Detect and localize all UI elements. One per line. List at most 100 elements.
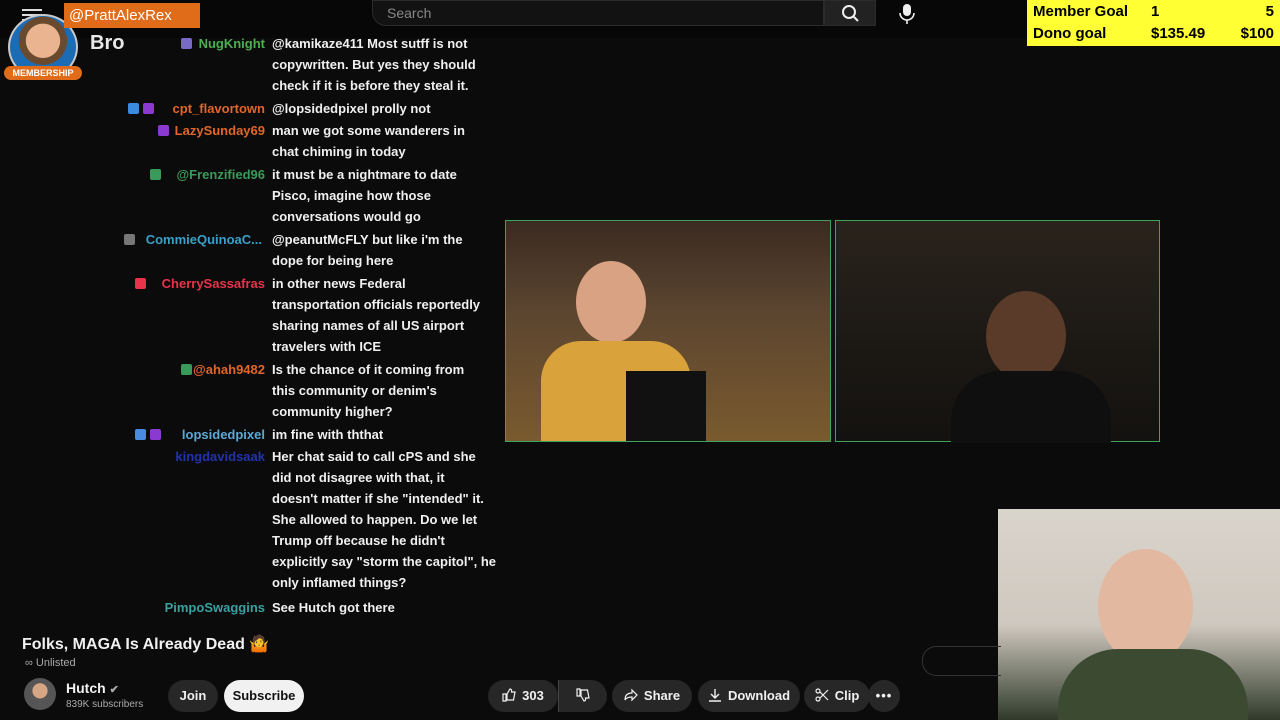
goal-panel: Member Goal 1 5 Dono goal $135.49 $100 [1027,0,1280,46]
chat-overlay: NugKnight @kamikaze411 Most sutff is not c… [0,32,505,620]
chat-message-text: Is the chance of it coming from this comm… [272,359,502,422]
channel-avatar[interactable] [24,678,56,710]
chat-message-text: man we got some wanderers in chat chiming… [272,120,502,162]
chat-message-text: im fine with ththat [272,424,502,445]
chat-badge-icon [157,125,169,136]
chat-message-line: im fine with ththat [272,427,384,442]
link-icon: ∞ [25,657,36,669]
reactor-webcam [998,509,1280,720]
chat-badge-icon [150,429,162,440]
chat-message-line: See Hutch got there [272,600,395,615]
chat-badge-icon [135,429,147,440]
subscribe-button[interactable]: Subscribe [224,680,304,712]
like-dislike-group: 303 [488,680,607,712]
chat-message-line: it must be a nightmare to date [272,167,457,182]
comment-box[interactable] [922,646,1001,676]
clip-button[interactable]: Clip [804,680,870,712]
chat-message-text: Her chat said to call cPS and she did not… [272,446,502,593]
chat-message-line: explicitly say "storm the capitol", he [272,554,497,569]
dislike-button[interactable] [558,680,607,712]
microphone-icon [899,4,915,24]
shrug-emoji-icon: 🤷 [249,636,270,653]
reactor-head [1098,549,1193,664]
chat-message-line: She allowed to happen. Do we let [272,512,478,527]
download-button[interactable]: Download [698,680,800,712]
share-icon [624,688,638,702]
member-goal-row: Member Goal 1 5 [1033,0,1274,22]
member-goal-target: 5 [1265,3,1274,20]
dono-goal-label: Dono goal [1033,25,1107,42]
subscriber-count: 839K subscribers [66,699,144,710]
chat-message-line: copywritten. But yes they should [272,57,476,72]
chat-username[interactable]: @Frenzified96 [176,164,265,185]
chat-message-line: in other news Federal [272,276,406,291]
stream-cam-left [505,220,831,442]
chat-username[interactable]: CherrySassafras [162,273,265,294]
chat-message-line: @kamikaze411 Most sutff is not [272,36,468,51]
member-goal-current: 1 [1151,3,1160,20]
chat-message-line: @peanutMcFLY but like i'm the [272,232,463,247]
video-title: Folks, MAGA Is Already Dead 🤷 [22,634,269,654]
chat-message-line: conversations would go [272,209,421,224]
chat-message-line: check if it is before they steal it. [272,78,469,93]
chat-badge-icon [180,364,192,375]
visibility-label: Unlisted [35,657,76,669]
chat-username[interactable]: lopsidedpixel [182,424,265,445]
chat-username[interactable]: NugKnight [199,33,265,54]
chat-message-line: doesn't matter if she "intended" it. [272,491,484,506]
channel-name[interactable]: Hutch ✔ [66,680,119,696]
thumbs-up-icon [502,688,516,702]
download-icon [708,689,721,702]
share-button[interactable]: Share [612,680,692,712]
chat-message-text: See Hutch got there [272,597,502,618]
chat-message-line: travelers with ICE [272,339,382,354]
chat-message-line: transportation officials reportedly [272,297,481,312]
chat-message-text: @peanutMcFLY but like i'm the dope for be… [272,229,502,271]
chat-badge-icon [124,234,136,245]
dono-goal-current: $135.49 [1151,25,1206,42]
chat-username[interactable]: LazySunday69 [175,120,265,141]
chat-message-line: did not disagree with that, it [272,470,445,485]
chat-message-line: man we got some wanderers in [272,123,465,138]
chat-badge-icon [142,103,154,114]
chat-username[interactable]: kingdavidsaak [175,446,265,467]
video-title-text: Folks, MAGA Is Already Dead [22,636,245,653]
like-button[interactable]: 303 [488,680,558,712]
guest-body [951,371,1111,443]
search-button[interactable] [824,0,876,26]
chat-message-line: this community or denim's [272,383,437,398]
chat-message-line: chat chiming in today [272,144,406,159]
chat-badge-icon [127,103,139,114]
chat-message-text: @kamikaze411 Most sutff is not copywritte… [272,33,502,96]
chat-badge-icon [150,169,162,180]
stream-cam-right [835,220,1160,443]
join-button[interactable]: Join [168,680,218,712]
dono-goal-target: $100 [1240,25,1274,42]
thumbs-down-icon [576,688,590,702]
chat-message-text: in other news Federal transportation offi… [272,273,502,357]
search-input[interactable]: Search [372,0,824,26]
chat-message-line: Trump off because he didn't [272,533,445,548]
chat-username[interactable]: cpt_flavortown [173,98,265,119]
chat-username[interactable]: PimpoSwaggins [165,597,265,618]
chat-message-line: Her chat said to call cPS and she [272,449,476,464]
guest-head [986,291,1066,381]
like-count: 303 [522,688,544,703]
chat-message-text: @lopsidedpixel prolly not [272,98,502,119]
chat-username[interactable]: CommieQuinoaC... [146,229,262,250]
chat-message-line: community higher? [272,404,393,419]
chat-message-line: only inflamed things? [272,575,407,590]
scissors-icon [815,688,829,702]
chat-message-text: it must be a nightmare to date Pisco, ima… [272,164,502,227]
share-label: Share [643,688,681,703]
chat-badge-icon [180,38,192,49]
voice-search-button[interactable] [890,0,924,26]
download-label: Download [727,688,791,703]
more-actions-button[interactable]: ••• [868,680,900,712]
chat-badge-icon [135,278,146,289]
chat-username[interactable]: @ahah9482 [193,359,265,380]
visibility-badge: ∞ Unlisted [25,657,76,669]
member-goal-label: Member Goal [1033,3,1129,20]
reactor-sweater [1058,649,1248,720]
chat-message-line: dope for being here [272,253,394,268]
